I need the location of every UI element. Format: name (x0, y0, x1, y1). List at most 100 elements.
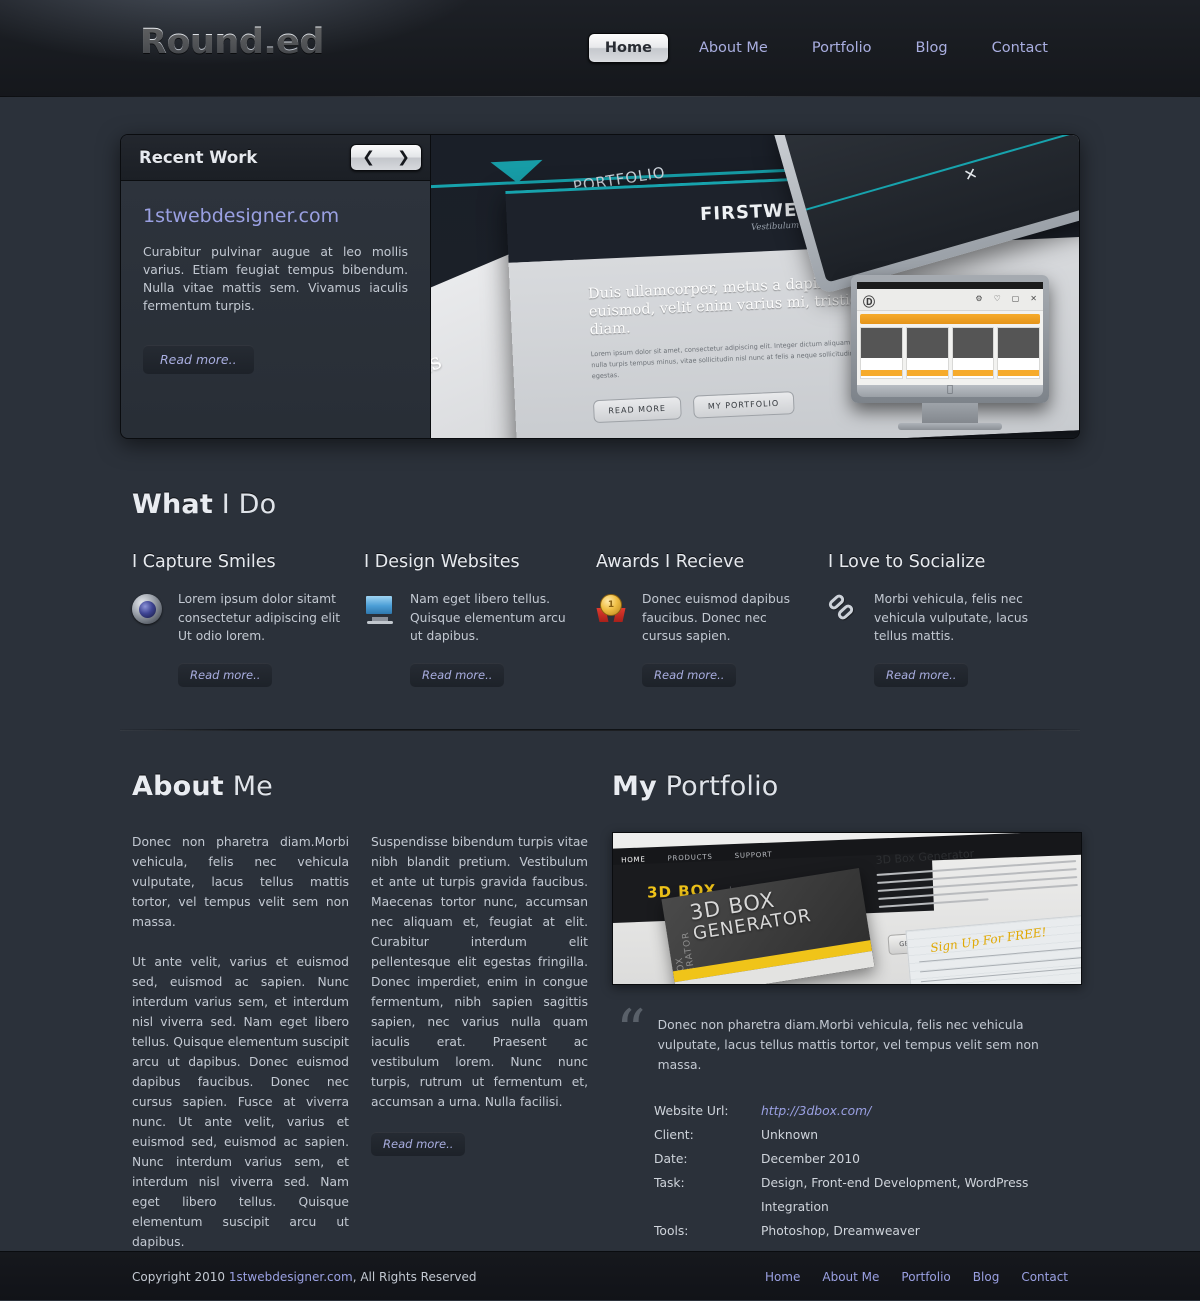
about-me-title: About Me (132, 771, 588, 802)
footer-navigation: Home About Me Portfolio Blog Contact (765, 1270, 1068, 1284)
heart-icon: ♡ (993, 294, 1001, 303)
nav-item-home[interactable]: Home (587, 33, 669, 63)
footer-nav-item-home[interactable]: Home (765, 1270, 800, 1284)
my-portfolio-title-bold: My (612, 770, 657, 802)
about-paragraph-1: Donec non pharetra diam.Morbi vehicula, … (132, 834, 349, 929)
service-heading: I Design Websites (364, 552, 520, 572)
portfolio-shot-nav-item: HOME (621, 854, 646, 864)
footer-nav-item-contact[interactable]: Contact (1021, 1270, 1068, 1284)
service-column-design-websites: I Design Websites Nam eget libero tellus… (364, 552, 596, 687)
nav-item-contact[interactable]: Contact (970, 33, 1070, 63)
service-read-more-button[interactable]: Read more.. (178, 662, 273, 687)
monitor-icon (364, 590, 398, 646)
imac-card (860, 327, 903, 379)
meta-row: Client: Unknown (654, 1123, 1068, 1147)
meta-row: Website Url: http://3dbox.com/ (654, 1099, 1068, 1123)
imac-frame: Ⓓ ⚙ ♡ ▢ ✕ (851, 275, 1049, 403)
imac-section-bar (860, 314, 1040, 324)
portfolio-shot-copy-lines (876, 859, 1079, 908)
imac-card (905, 327, 949, 379)
about-me-title-thin: Me (223, 770, 273, 802)
inner-site-blurb: Lorem ipsum dolor sit amet, consectetur … (590, 337, 877, 381)
portfolio-quote-text: Donec non pharetra diam.Morbi vehicula, … (657, 1017, 1039, 1072)
nav-item-portfolio[interactable]: Portfolio (790, 33, 894, 63)
service-column-capture-smiles: I Capture Smiles Lorem ipsum dolor sitam… (132, 552, 364, 687)
nav-item-about-me[interactable]: About Me (677, 33, 790, 63)
footer-nav-item-portfolio[interactable]: Portfolio (901, 1270, 950, 1284)
about-paragraph-2: Ut ante velit, varius et euismod sed, eu… (132, 954, 349, 1249)
slider-panel: Recent Work ❮ ❯ 1stwebdesigner.com Curab… (121, 135, 431, 438)
site-logo[interactable]: Round.ed (140, 22, 324, 62)
chevron-right-icon[interactable]: ❯ (397, 150, 410, 165)
what-i-do-title: What I Do (132, 489, 1060, 520)
service-column-awards: Awards I Recieve 1 Donec euismod dapibus… (596, 552, 828, 687)
imac-card (997, 327, 1040, 379)
service-text: Lorem ipsum dolor sitamt consectetur adi… (178, 592, 341, 643)
close-icon: ✕ (961, 163, 980, 186)
camera-icon (132, 590, 166, 646)
service-heading: I Capture Smiles (132, 552, 276, 572)
slider-panel-body: 1stwebdesigner.com Curabitur pulvinar au… (121, 181, 430, 374)
slider-panel-title: Recent Work (139, 148, 258, 167)
slide-item-text: Curabitur pulvinar augue at leo mollis v… (143, 245, 408, 313)
imac-stand (922, 403, 978, 423)
service-heading: Awards I Recieve (596, 552, 745, 572)
teal-arrow-icon (490, 159, 544, 185)
nav-item-blog[interactable]: Blog (894, 33, 970, 63)
service-read-more-button[interactable]: Read more.. (642, 662, 737, 687)
service-text: Donec euismod dapibus faucibus. Donec ne… (642, 592, 790, 643)
portfolio-screenshot[interactable]: HOME PRODUCTS SUPPORT 3D BOX The fastest… (612, 831, 1082, 985)
portfolio-quote: “ Donec non pharetra diam.Morbi vehicula… (612, 1002, 1068, 1075)
about-column-left: Donec non pharetra diam.Morbi vehicula, … (132, 832, 349, 1272)
inner-read-more-button[interactable]: READ MORE (592, 396, 682, 424)
slide-item-title[interactable]: 1stwebdesigner.com (143, 205, 408, 227)
about-column-right: Suspendisse bibendum turpis vitae nibh b… (371, 832, 588, 1272)
service-read-more-button[interactable]: Read more.. (874, 662, 969, 687)
footer-copyright-prefix: Copyright 2010 (132, 1269, 229, 1284)
service-heading: I Love to Socialize (828, 552, 986, 572)
meta-key: Website Url: (654, 1103, 729, 1118)
what-i-do-title-thin: I Do (212, 489, 277, 520)
my-portfolio-title: My Portfolio (612, 771, 1068, 802)
imac-base (898, 423, 1002, 430)
chevron-left-icon[interactable]: ❮ (362, 150, 375, 165)
my-portfolio-section: My Portfolio HOME PRODUCTS SUPPORT 3D BO… (600, 771, 1082, 1272)
recent-work-slider: Recent Work ❮ ❯ 1stwebdesigner.com Curab… (120, 134, 1080, 439)
medal-icon: 1 (596, 590, 630, 646)
meta-key: Client: (654, 1127, 694, 1142)
footer-nav-item-about-me[interactable]: About Me (822, 1270, 879, 1284)
service-text: Nam eget libero tellus. Quisque elementu… (410, 592, 566, 643)
inner-my-portfolio-button[interactable]: MY PORTFOLIO (692, 391, 795, 419)
monitor-icon: ▢ (1011, 294, 1020, 303)
service-read-more-button[interactable]: Read more.. (410, 662, 505, 687)
slider-arrow-controls[interactable]: ❮ ❯ (350, 144, 422, 171)
meta-value-website-url[interactable]: http://3dbox.com/ (761, 1099, 1068, 1123)
slide-image[interactable]: PORTFOLIO things i've done ABOUT all abo… (431, 135, 1079, 438)
slider-read-more-button[interactable]: Read more.. (143, 345, 254, 374)
close-icon: ✕ (1030, 294, 1037, 303)
imac-card (951, 327, 995, 379)
about-read-more-button[interactable]: Read more.. (371, 1131, 466, 1156)
meta-key: Date: (654, 1151, 688, 1166)
gear-icon: ⚙ (975, 294, 983, 303)
footer-copyright-link[interactable]: 1stwebdesigner.com (229, 1270, 353, 1284)
imac-apple-logo:  (857, 385, 1043, 397)
site-footer: Copyright 2010 1stwebdesigner.com, All R… (0, 1251, 1200, 1300)
meta-value-tools: Photoshop, Dreamweaver (761, 1223, 920, 1238)
imac-site-logo: Ⓓ (863, 295, 876, 309)
about-paragraph-3: Suspendisse bibendum turpis vitae nibh b… (371, 834, 588, 1109)
link-icon (826, 590, 862, 646)
what-i-do-section: What I Do I Capture Smiles Lorem ipsum d… (120, 439, 1080, 687)
slider-panel-header: Recent Work ❮ ❯ (121, 135, 430, 181)
service-text: Morbi vehicula, felis nec vehicula vulpu… (874, 592, 1029, 643)
what-i-do-title-bold: What (132, 489, 213, 520)
imac-card-grid (860, 327, 1040, 379)
footer-nav-item-blog[interactable]: Blog (973, 1270, 1000, 1284)
meta-value-task: Design, Front-end Development, WordPress… (761, 1175, 1029, 1214)
portfolio-shot-signup-paper: Sign Up For FREE! (905, 913, 1081, 984)
service-column-socialize: I Love to Socialize Morbi vehicula, feli… (826, 552, 1060, 687)
imac-siteheader: Ⓓ ⚙ ♡ ▢ ✕ (857, 289, 1043, 311)
about-me-title-bold: About (132, 770, 224, 802)
imac-topbar (857, 282, 1043, 289)
my-portfolio-title-thin: Portfolio (656, 770, 779, 802)
